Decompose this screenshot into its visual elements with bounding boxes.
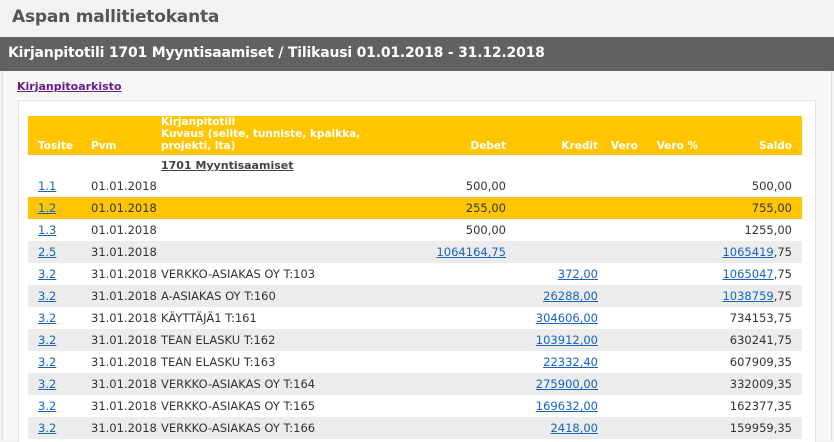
row-debet: 500,00 (465, 223, 506, 237)
kredit-link[interactable]: 103912,00 (536, 333, 598, 347)
row-date: 31.01.2018 (91, 421, 157, 435)
account-heading-row: 1701 Myyntisaamiset (28, 155, 802, 175)
tosite-link[interactable]: 3.2 (38, 289, 56, 303)
kredit-link[interactable]: 372,00 (558, 267, 598, 281)
saldo-remainder: 332009,35 (729, 377, 792, 391)
tosite-link[interactable]: 3.2 (38, 355, 56, 369)
tosite-link[interactable]: 3.2 (38, 399, 56, 413)
saldo-remainder: 607909,35 (729, 355, 792, 369)
tosite-link[interactable]: 1.3 (38, 223, 56, 237)
saldo-remainder: 630241,75 (729, 333, 792, 347)
table-row[interactable]: 2.5 31.01.2018 1064164,75 1065419,75 (28, 241, 802, 263)
account-heading: 1701 Myyntisaamiset (161, 159, 294, 172)
table-row[interactable]: 3.2 31.01.2018 TEAN ELASKU T:162 103912,00 6… (28, 329, 802, 351)
page-title: Kirjanpitotili 1701 Myyntisaamiset / Til… (8, 45, 545, 61)
table-row[interactable]: 1.2 01.01.2018 255,00 755,00 (28, 197, 802, 219)
table-row[interactable]: 3.2 31.01.2018 VERKKO-ASIAKAS OY T:166 2418… (28, 417, 802, 439)
table-row[interactable]: 3.2 31.01.2018 VERKKO-ASIAKAS OY T:165 1696… (28, 395, 802, 417)
tosite-link[interactable]: 3.2 (38, 267, 56, 281)
saldo-remainder: 500,00 (751, 179, 792, 193)
row-date: 31.01.2018 (91, 245, 157, 259)
row-description: VERKKO-ASIAKAS OY T:103 (161, 267, 316, 281)
tosite-link[interactable]: 3.2 (38, 311, 56, 325)
tosite-link[interactable]: 1.1 (38, 179, 56, 193)
row-date: 31.01.2018 (91, 399, 157, 413)
page-title-bar: Kirjanpitotili 1701 Myyntisaamiset / Til… (0, 37, 834, 71)
row-date: 31.01.2018 (91, 377, 157, 391)
table-row[interactable]: 3.2 31.01.2018 TEAN ELASKU T:163 22332,40 60… (28, 351, 802, 373)
kredit-link[interactable]: 304606,00 (536, 311, 598, 325)
table-header-row: Tosite Pvm Kirjanpitotili Kuvaus (selite… (28, 116, 802, 155)
table-row[interactable]: 1.3 01.01.2018 500,00 1255,00 (28, 219, 802, 241)
saldo-remainder: ,75 (773, 267, 792, 281)
kredit-link[interactable]: 26288,00 (543, 289, 598, 303)
row-date: 01.01.2018 (91, 223, 157, 237)
kredit-link[interactable]: 169632,00 (536, 399, 598, 413)
col-header-vero-pct[interactable]: Vero % (638, 116, 698, 155)
row-description: VERKKO-ASIAKAS OY T:166 (161, 421, 316, 435)
saldo-remainder: 755,00 (751, 201, 792, 215)
app-title: Aspan mallitietokanta (12, 7, 220, 27)
row-description: A-ASIAKAS OY T:160 (161, 289, 276, 303)
col-header-pvm[interactable]: Pvm (81, 116, 161, 155)
col-header-saldo[interactable]: Saldo (698, 116, 802, 155)
row-description: VERKKO-ASIAKAS OY T:165 (161, 399, 316, 413)
row-description: TEAN ELASKU T:162 (161, 333, 276, 347)
table-row[interactable]: 3.2 31.01.2018 KÄYTTÄJÄ1 T:161 304606,00 734… (28, 307, 802, 329)
row-debet: 500,00 (465, 179, 506, 193)
saldo-remainder: 159959,35 (729, 421, 792, 435)
saldo-link[interactable]: 1065047 (722, 267, 773, 281)
tosite-link[interactable]: 3.2 (38, 421, 56, 435)
col-header-kuvaus-line1: Kirjanpitotili (161, 116, 236, 128)
col-header-kuvaus-line2: Kuvaus (selite, tunniste, kpaikka, proje… (161, 128, 361, 152)
saldo-remainder: 1255,00 (744, 223, 792, 237)
row-description: TEAN ELASKU T:163 (161, 355, 276, 369)
col-header-kuvaus[interactable]: Kirjanpitotili Kuvaus (selite, tunniste,… (161, 116, 365, 155)
kredit-link[interactable]: 275900,00 (536, 377, 598, 391)
col-header-debet[interactable]: Debet (365, 116, 506, 155)
row-date: 01.01.2018 (91, 179, 157, 193)
table-row[interactable]: 3.2 31.01.2018 VERKKO-ASIAKAS OY T:164 2759… (28, 373, 802, 395)
col-header-kredit[interactable]: Kredit (506, 116, 598, 155)
table-row[interactable]: 3.2 31.01.2018 VERKKO-ASIAKAS OY T:103 372,… (28, 263, 802, 285)
debet-link[interactable]: 1064164,75 (436, 245, 506, 259)
row-date: 31.01.2018 (91, 289, 157, 303)
kredit-link[interactable]: 2418,00 (550, 421, 598, 435)
col-header-tosite[interactable]: Tosite (28, 116, 81, 155)
saldo-link[interactable]: 1038759 (722, 289, 773, 303)
kredit-link[interactable]: 22332,40 (543, 355, 598, 369)
table-row[interactable]: 1.1 01.01.2018 500,00 500,00 (28, 175, 802, 197)
row-date: 31.01.2018 (91, 355, 157, 369)
row-date: 31.01.2018 (91, 333, 157, 347)
saldo-remainder: 734153,75 (729, 311, 792, 325)
row-debet: 255,00 (465, 201, 506, 215)
saldo-remainder: 162377,35 (729, 399, 792, 413)
row-date: 31.01.2018 (91, 267, 157, 281)
row-description: VERKKO-ASIAKAS OY T:164 (161, 377, 316, 391)
saldo-remainder: ,75 (773, 245, 792, 259)
saldo-remainder: ,75 (773, 289, 792, 303)
tosite-link[interactable]: 2.5 (38, 245, 56, 259)
ledger-table: Tosite Pvm Kirjanpitotili Kuvaus (selite… (28, 116, 802, 439)
tosite-link[interactable]: 3.2 (38, 377, 56, 391)
table-row[interactable]: 3.2 31.01.2018 A-ASIAKAS OY T:160 26288,00 1… (28, 285, 802, 307)
row-description: KÄYTTÄJÄ1 T:161 (161, 311, 257, 325)
col-header-vero[interactable]: Vero (598, 116, 638, 155)
saldo-link[interactable]: 1065419 (722, 245, 773, 259)
row-date: 31.01.2018 (91, 311, 157, 325)
row-date: 01.01.2018 (91, 201, 157, 215)
tosite-link[interactable]: 1.2 (38, 201, 56, 215)
table-body: 1701 Myyntisaamiset 1.1 01.01.2018 500,00 5… (28, 155, 802, 439)
archive-link[interactable]: Kirjanpitoarkisto (17, 80, 122, 93)
tosite-link[interactable]: 3.2 (38, 333, 56, 347)
